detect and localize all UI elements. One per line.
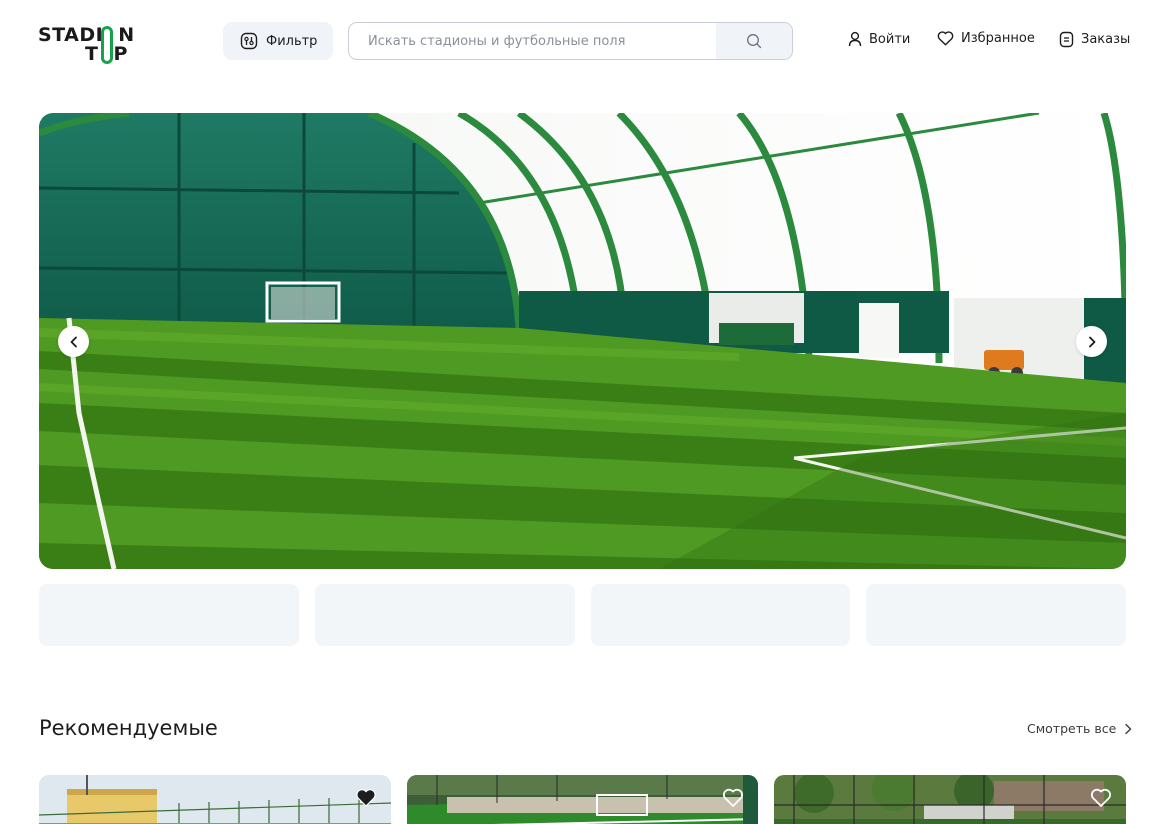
login-label: Войти <box>869 31 911 47</box>
filter-label: Фильтр <box>266 33 318 49</box>
see-all-link[interactable]: Смотреть все <box>1027 721 1132 736</box>
search-bar <box>348 22 793 60</box>
stadium-card[interactable] <box>774 775 1127 824</box>
chevron-right-icon <box>1124 723 1132 735</box>
filter-icon <box>240 32 258 50</box>
thumbnail[interactable] <box>590 584 851 646</box>
hero-slider[interactable] <box>39 113 1126 569</box>
thumbnail[interactable] <box>866 584 1126 646</box>
slider-thumbnails <box>39 584 1126 646</box>
orders-label: Заказы <box>1081 32 1131 47</box>
search-icon <box>746 33 762 49</box>
filter-button[interactable]: Фильтр <box>223 22 333 60</box>
login-link[interactable]: Войти <box>848 31 910 47</box>
orders-icon <box>1059 31 1074 48</box>
recommended-title: Рекомендуемые <box>39 716 218 740</box>
orders-link[interactable]: Заказы <box>1059 31 1130 48</box>
favorites-label: Избранное <box>961 31 1035 46</box>
slider-prev-button[interactable] <box>58 326 89 357</box>
thumbnail[interactable] <box>314 584 575 646</box>
stadium-card[interactable] <box>39 775 391 824</box>
stadium-photo <box>39 113 1126 569</box>
stadium-card-photo <box>406 775 759 824</box>
favorite-outline-icon[interactable] <box>722 788 744 808</box>
search-button[interactable] <box>716 23 792 59</box>
thumbnail[interactable] <box>39 584 299 646</box>
chevron-left-icon <box>69 336 79 348</box>
chevron-right-icon <box>1087 336 1097 348</box>
heart-icon <box>937 31 954 46</box>
stadium-card-photo <box>39 775 391 824</box>
favorite-filled-icon[interactable] <box>355 788 377 808</box>
user-icon <box>848 31 862 47</box>
logo[interactable]: STADI N TP <box>38 24 134 66</box>
recommended-cards <box>39 775 1127 824</box>
see-all-label: Смотреть все <box>1027 721 1117 736</box>
search-input[interactable] <box>349 23 717 59</box>
stadium-card[interactable] <box>406 775 759 824</box>
slider-next-button[interactable] <box>1076 326 1107 357</box>
favorites-link[interactable]: Избранное <box>937 31 1035 46</box>
favorite-outline-icon[interactable] <box>1090 788 1112 808</box>
header: STADI N TP Фильтр Искать стадионы и футб… <box>0 0 1165 82</box>
stadium-card-photo <box>774 775 1127 824</box>
